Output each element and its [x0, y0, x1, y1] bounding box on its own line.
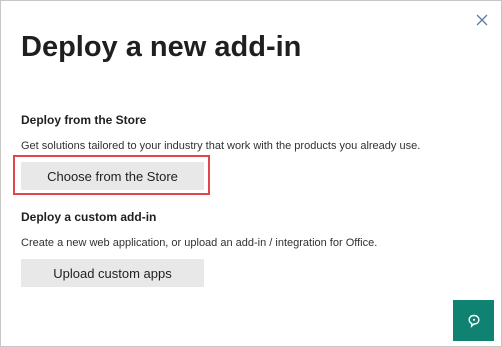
- chat-help-icon: [467, 314, 480, 328]
- help-chat-button[interactable]: [453, 300, 494, 341]
- store-section-heading: Deploy from the Store: [21, 113, 147, 127]
- upload-custom-apps-button[interactable]: Upload custom apps: [21, 259, 204, 287]
- store-section-description: Get solutions tailored to your industry …: [21, 140, 421, 152]
- custom-section-description: Create a new web application, or upload …: [21, 237, 378, 249]
- custom-section-heading: Deploy a custom add-in: [21, 210, 157, 224]
- close-icon: [476, 14, 488, 26]
- add-in-dialog: Deploy a new add-in Deploy from the Stor…: [0, 0, 502, 347]
- close-button[interactable]: [471, 9, 493, 31]
- dialog-title: Deploy a new add-in: [21, 31, 302, 63]
- choose-from-store-button[interactable]: Choose from the Store: [21, 162, 204, 190]
